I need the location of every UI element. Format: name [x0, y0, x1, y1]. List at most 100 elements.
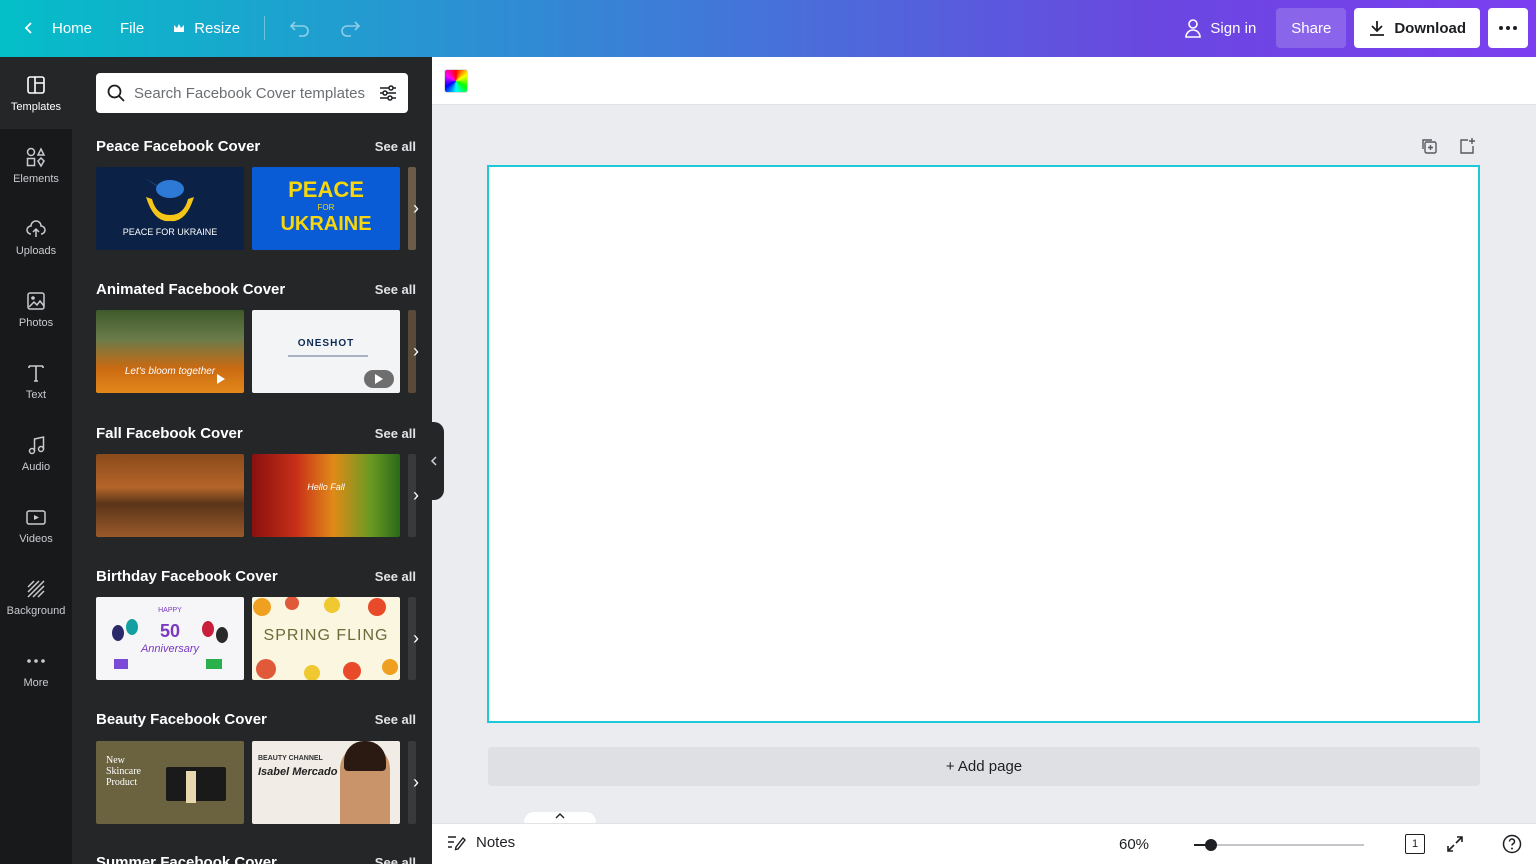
templates-panel: Peace Facebook Cover See all PEACE FOR U… [72, 57, 432, 864]
section-title: Animated Facebook Cover [96, 280, 286, 298]
thumbnail-text: ONESHOT [297, 338, 355, 349]
video-icon [26, 509, 46, 525]
template-section-summer: Summer Facebook Cover See all [96, 852, 416, 864]
thumbnail-text: Hello Fall [307, 482, 345, 492]
thumbnail-text: PEACE FOR UKRAINE [122, 227, 218, 237]
rail-item-text[interactable]: Text [0, 345, 72, 417]
see-all-link[interactable]: See all [375, 139, 416, 154]
home-button[interactable]: Home [10, 8, 104, 48]
rail-item-videos[interactable]: Videos [0, 489, 72, 561]
template-thumbnail[interactable]: Let's bloom together [96, 310, 244, 393]
add-page-button[interactable]: + Add page [488, 747, 1480, 786]
template-thumbnail[interactable]: New Skincare Product [96, 741, 244, 824]
collapse-panel-button[interactable] [424, 422, 444, 500]
rail-item-photos[interactable]: Photos [0, 273, 72, 345]
zoom-value[interactable]: 60% [1119, 836, 1149, 853]
zoom-slider-handle[interactable] [1205, 839, 1217, 851]
thumbnail-text: SPRING FLING [263, 627, 389, 644]
undo-icon [289, 21, 309, 37]
template-thumbnail[interactable]: Hello Fall [252, 454, 400, 537]
section-title: Fall Facebook Cover [96, 424, 243, 442]
elements-icon [26, 146, 46, 167]
divider [264, 16, 266, 40]
rail-label: Background [6, 604, 66, 617]
notes-button[interactable]: Notes [446, 833, 515, 851]
rail-label: Videos [19, 532, 53, 545]
side-rail: Templates Elements Uploads Photos Text A… [0, 57, 72, 864]
rail-label: Audio [21, 460, 51, 473]
file-menu-button[interactable]: File [108, 8, 156, 48]
carousel-next-icon[interactable]: › [406, 628, 426, 648]
section-title: Birthday Facebook Cover [96, 567, 278, 585]
page-tools [1420, 137, 1476, 155]
carousel-next-icon[interactable]: › [406, 772, 426, 792]
more-dots-icon [27, 658, 45, 663]
template-section-birthday: Birthday Facebook Cover See all HAPPY 50… [96, 566, 419, 680]
play-icon [206, 370, 236, 388]
template-thumbnail[interactable]: HAPPY 50 Anniversary [96, 597, 244, 680]
rail-item-more[interactable]: More [0, 633, 72, 705]
undo-button[interactable] [277, 8, 323, 48]
template-thumbnail[interactable]: SPRING FLING [252, 597, 400, 680]
resize-button[interactable]: Resize [160, 8, 252, 48]
redo-button[interactable] [327, 8, 373, 48]
rail-label: Templates [10, 100, 62, 113]
sign-in-button[interactable]: Sign in [1172, 8, 1268, 48]
sign-in-label: Sign in [1210, 19, 1257, 37]
share-button[interactable]: Share [1276, 8, 1347, 48]
dove-hands-graphic [144, 177, 194, 222]
more-options-button[interactable] [1488, 8, 1528, 48]
template-thumbnail[interactable] [96, 454, 244, 537]
color-picker-swatch[interactable] [444, 69, 468, 93]
see-all-link[interactable]: See all [375, 855, 416, 864]
see-all-link[interactable]: See all [375, 426, 416, 441]
user-icon [1185, 19, 1202, 38]
page-count-button[interactable]: 1 [1405, 834, 1425, 854]
see-all-link[interactable]: See all [375, 282, 416, 297]
template-thumbnail[interactable]: PEACE FOR UKRAINE [252, 167, 400, 250]
play-icon [364, 370, 394, 388]
rail-item-uploads[interactable]: Uploads [0, 201, 72, 273]
download-label: Download [1394, 19, 1466, 37]
see-all-link[interactable]: See all [375, 569, 416, 584]
rail-item-background[interactable]: Background [0, 561, 72, 633]
zoom-slider[interactable] [1194, 839, 1364, 851]
filter-sliders-icon[interactable] [378, 83, 398, 103]
add-page-icon[interactable] [1458, 137, 1476, 155]
rail-item-elements[interactable]: Elements [0, 129, 72, 201]
crown-icon [174, 24, 185, 32]
notes-label: Notes [476, 833, 516, 851]
fullscreen-icon[interactable] [1445, 834, 1465, 854]
carousel-next-icon[interactable]: › [406, 341, 426, 361]
thumbnail-text: New Skincare Product [106, 755, 141, 788]
thumbnail-text: 50 [159, 621, 181, 641]
rail-item-templates[interactable]: Templates [0, 57, 72, 129]
template-search-input[interactable] [134, 84, 370, 102]
download-button[interactable]: Download [1354, 8, 1480, 48]
photo-icon [27, 291, 45, 310]
help-icon[interactable] [1502, 834, 1522, 854]
duplicate-page-icon[interactable] [1420, 137, 1438, 155]
carousel-next-icon[interactable]: › [406, 198, 426, 218]
rail-item-audio[interactable]: Audio [0, 417, 72, 489]
thumbnail-text: UKRAINE [280, 213, 372, 235]
design-canvas-page[interactable] [487, 165, 1480, 723]
thumbnail-text: FOR [317, 203, 335, 212]
template-thumbnail[interactable]: ONESHOT [252, 310, 400, 393]
rail-label: Photos [18, 316, 54, 329]
templates-icon [27, 75, 45, 94]
template-thumbnail[interactable]: BEAUTY CHANNEL Isabel Mercado [252, 741, 400, 824]
resize-label: Resize [194, 19, 241, 37]
section-title: Beauty Facebook Cover [96, 710, 267, 728]
template-section-peace: Peace Facebook Cover See all PEACE FOR U… [96, 136, 419, 250]
section-title: Summer Facebook Cover [96, 853, 277, 864]
see-all-link[interactable]: See all [375, 712, 416, 727]
rail-label: Text [25, 388, 47, 401]
template-section-beauty: Beauty Facebook Cover See all New Skinca… [96, 709, 419, 824]
thumbnail-text: Isabel Mercado [258, 766, 338, 778]
template-search-box [96, 73, 408, 113]
home-label: Home [52, 19, 93, 37]
redo-icon [341, 21, 361, 37]
carousel-next-icon[interactable]: › [406, 485, 426, 505]
template-thumbnail[interactable]: PEACE FOR UKRAINE [96, 167, 244, 250]
